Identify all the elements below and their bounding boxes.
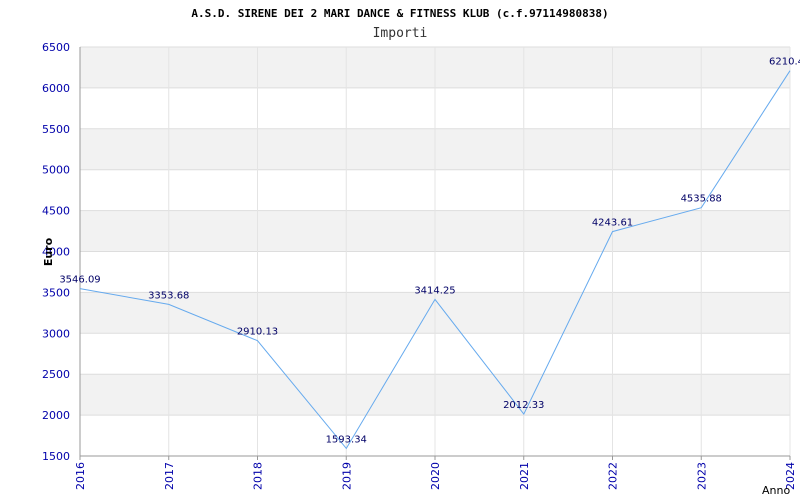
y-tick-label: 4500 <box>42 205 70 218</box>
y-tick-label: 3000 <box>42 327 70 340</box>
data-label: 3414.25 <box>414 285 455 296</box>
y-tick-label: 3500 <box>42 286 70 299</box>
data-label: 2012.33 <box>503 400 544 411</box>
chart-title: A.S.D. SIRENE DEI 2 MARI DANCE & FITNESS… <box>191 7 608 20</box>
data-label: 3353.68 <box>148 290 189 301</box>
x-axis-title: Anno <box>762 484 790 497</box>
x-tick-label: 2021 <box>518 462 531 490</box>
data-label: 3546.09 <box>59 275 100 286</box>
y-tick-label: 5500 <box>42 123 70 136</box>
x-tick-labels: 2016 2017 2018 2019 2020 2021 2022 2023 2024 <box>74 462 797 490</box>
data-label: 4243.61 <box>592 218 633 229</box>
y-tick-label: 5000 <box>42 164 70 177</box>
x-tick-label: 2019 <box>340 462 353 490</box>
x-tick-label: 2017 <box>163 462 176 490</box>
y-tick-label: 1500 <box>42 450 70 463</box>
x-tick-label: 2023 <box>695 462 708 490</box>
data-label: 1593.34 <box>326 434 367 445</box>
data-label: 2910.13 <box>237 327 278 338</box>
x-tick-label: 2020 <box>429 462 442 490</box>
x-tick-label: 2022 <box>607 462 620 490</box>
y-tick-label: 2500 <box>42 368 70 381</box>
y-tick-label: 6500 <box>42 41 70 54</box>
y-axis-title: Euro <box>42 237 55 266</box>
chart: A.S.D. SIRENE DEI 2 MARI DANCE & FITNESS… <box>42 7 800 497</box>
y-tick-label: 6000 <box>42 82 70 95</box>
data-label: 6210.4 <box>769 57 800 68</box>
x-tick-label: 2018 <box>252 462 265 490</box>
data-label: 4535.88 <box>681 194 722 205</box>
y-tick-label: 2000 <box>42 409 70 422</box>
x-tick-label: 2016 <box>74 462 87 490</box>
chart-subtitle: Importi <box>373 26 428 41</box>
